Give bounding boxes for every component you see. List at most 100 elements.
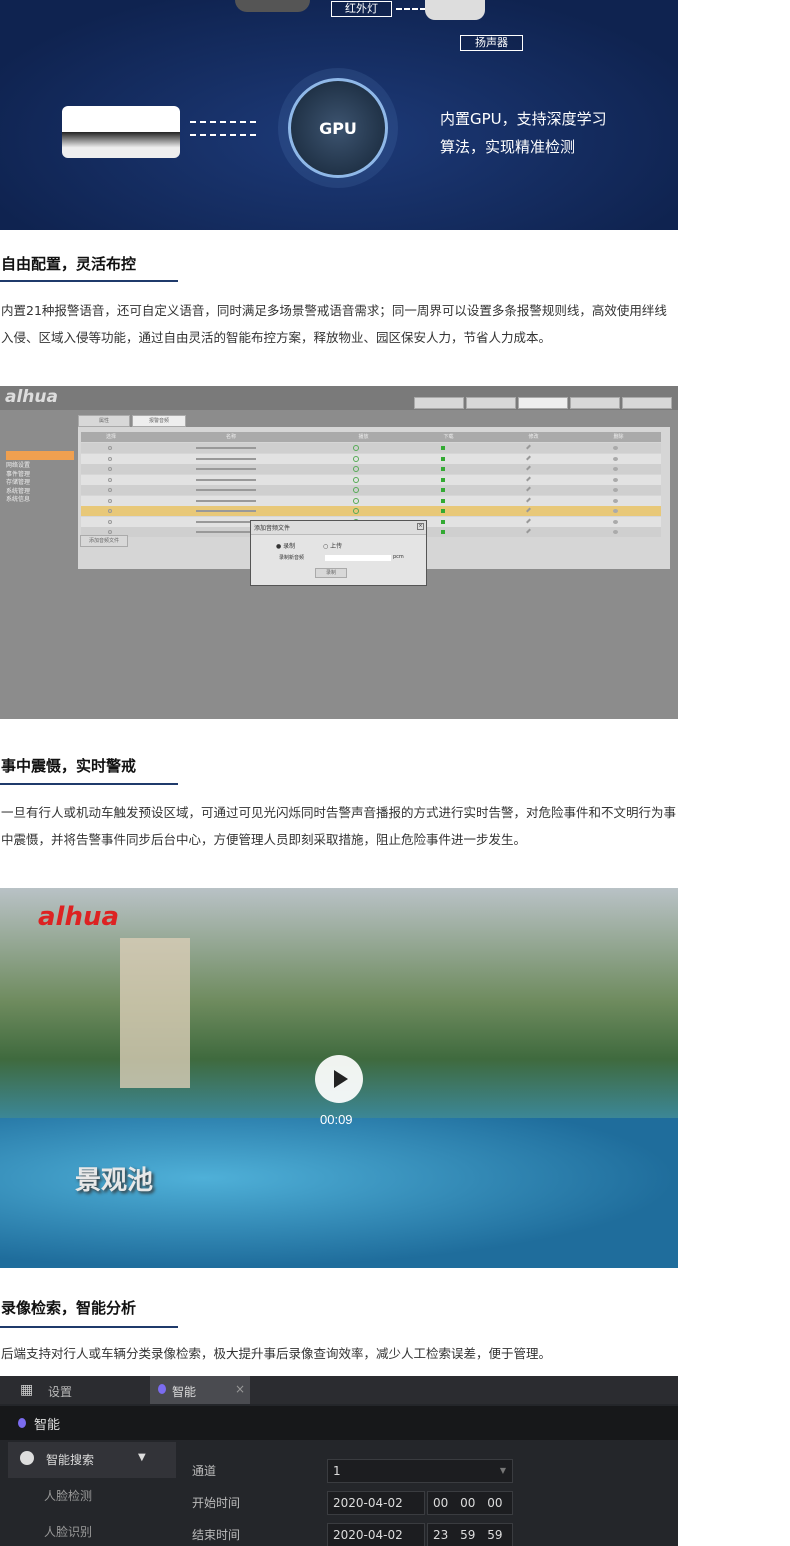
channel-select[interactable]: 1 ▼ [327, 1459, 513, 1483]
table-row[interactable] [81, 474, 661, 485]
bullet-camera-image [62, 106, 180, 158]
table-row[interactable] [81, 443, 661, 453]
tab-smart[interactable]: 智能 × [150, 1376, 250, 1404]
nav-item[interactable]: 存储管理 [6, 479, 30, 488]
row-radio[interactable] [108, 509, 112, 513]
table-row[interactable] [81, 464, 661, 474]
delete-icon[interactable] [613, 477, 618, 482]
record-button[interactable]: 录制 [315, 568, 347, 578]
table-row[interactable] [81, 506, 661, 516]
tab-properties[interactable]: 属性 [78, 415, 130, 427]
gazebo [120, 938, 190, 1088]
row-radio[interactable] [108, 519, 112, 524]
grid-icon[interactable]: ▦ [20, 1382, 33, 1398]
edit-icon[interactable] [526, 528, 531, 534]
download-icon[interactable] [441, 456, 445, 461]
play-icon[interactable] [353, 487, 359, 493]
start-time-input[interactable]: 00 00 00 [427, 1491, 513, 1515]
top-tab[interactable] [570, 397, 620, 409]
table-header: 选择 名称 播放 下载 修改 删除 [81, 432, 661, 442]
smart-icon [158, 1384, 166, 1394]
edit-icon[interactable] [526, 476, 531, 481]
row-radio[interactable] [108, 456, 112, 461]
edit-icon[interactable] [526, 455, 531, 460]
edit-icon[interactable] [526, 465, 531, 471]
title-underline [0, 280, 178, 282]
delete-icon[interactable] [613, 498, 618, 503]
nav-item[interactable]: 系统管理 [6, 488, 30, 497]
audio-name-input[interactable] [325, 555, 391, 561]
close-icon[interactable]: × [235, 1382, 245, 1396]
edit-icon[interactable] [526, 486, 531, 492]
table-row[interactable] [81, 485, 661, 495]
end-time-input[interactable]: 23 59 59 [427, 1523, 513, 1546]
download-icon[interactable] [441, 498, 445, 503]
play-icon[interactable] [353, 455, 359, 462]
row-radio[interactable] [108, 530, 112, 534]
download-icon[interactable] [441, 446, 445, 450]
top-tab[interactable] [466, 397, 516, 409]
tab-alarm-audio[interactable]: 报警音频 [132, 415, 186, 427]
delete-icon[interactable] [613, 530, 618, 534]
hero-image: 红外灯 扬声器 GPU 内置GPU，支持深度学习 算法，实现精准检测 [0, 0, 678, 230]
play-icon[interactable] [353, 508, 359, 514]
radio-upload[interactable]: ○ 上传 [323, 541, 342, 550]
play-icon[interactable] [353, 476, 359, 483]
end-date-input[interactable]: 2020-04-02 [327, 1523, 425, 1546]
tab-settings[interactable]: 设置 [48, 1383, 72, 1400]
delete-icon[interactable] [613, 467, 618, 471]
dahua-logo: alhua [5, 387, 58, 407]
camera-image [235, 0, 310, 12]
connector [190, 134, 256, 136]
row-radio[interactable] [108, 446, 112, 450]
edit-icon[interactable] [526, 507, 531, 513]
menu-smart-search[interactable]: 智能搜索 ▼ [8, 1442, 176, 1478]
play-button[interactable] [315, 1055, 363, 1103]
label-ir: 红外灯 [331, 1, 392, 17]
gpu-chip-image: GPU [288, 78, 388, 178]
menu-item[interactable]: 人脸识别 [44, 1523, 92, 1540]
delete-icon[interactable] [613, 446, 618, 450]
add-audio-dialog: 添加音频文件 × ● 录制 ○ 上传 录制新音频 pcm 录制 [250, 520, 427, 586]
row-radio[interactable] [108, 498, 112, 503]
menu-item[interactable]: 人脸检测 [44, 1487, 92, 1504]
nav-item[interactable]: 网络设置 [6, 462, 30, 471]
delete-icon[interactable] [613, 509, 618, 513]
download-icon[interactable] [441, 509, 445, 513]
nav-item[interactable]: 事件管理 [6, 471, 30, 480]
delete-icon[interactable] [613, 488, 618, 492]
delete-icon[interactable] [613, 519, 618, 524]
nav-item[interactable]: 系统信息 [6, 496, 30, 505]
start-date-input[interactable]: 2020-04-02 [327, 1491, 425, 1515]
nav-selected[interactable] [6, 451, 74, 460]
top-tab[interactable] [414, 397, 464, 409]
radio-record[interactable]: ● 录制 [276, 541, 295, 550]
smart-icon [18, 1418, 26, 1428]
camera-image [425, 0, 485, 20]
edit-icon[interactable] [526, 518, 531, 523]
download-icon[interactable] [441, 467, 445, 471]
download-icon[interactable] [441, 519, 445, 524]
delete-icon[interactable] [613, 456, 618, 461]
edit-icon[interactable] [526, 444, 531, 450]
end-label: 结束时间 [192, 1528, 241, 1542]
download-icon[interactable] [441, 488, 445, 492]
play-icon[interactable] [353, 445, 359, 451]
top-tab[interactable] [622, 397, 672, 409]
dahua-web-ui-screenshot: alhua 网络设置 事件管理 存储管理 系统管理 系统信息 属性 报警音频 选… [0, 386, 678, 719]
row-radio[interactable] [108, 488, 112, 492]
row-radio[interactable] [108, 477, 112, 482]
play-icon[interactable] [353, 466, 359, 472]
add-audio-button[interactable]: 添加音频文件 [80, 535, 128, 547]
download-icon[interactable] [441, 477, 445, 482]
close-icon[interactable]: × [417, 523, 424, 530]
play-icon[interactable] [353, 497, 359, 504]
section-title: 事中震慑，实时警戒 [1, 757, 137, 775]
table-row[interactable] [81, 495, 661, 506]
row-radio[interactable] [108, 467, 112, 471]
download-icon[interactable] [441, 530, 445, 534]
top-tab[interactable] [518, 397, 568, 409]
edit-icon[interactable] [526, 497, 531, 502]
chevron-down-icon: ▼ [138, 1452, 146, 1463]
table-row[interactable] [81, 453, 661, 464]
